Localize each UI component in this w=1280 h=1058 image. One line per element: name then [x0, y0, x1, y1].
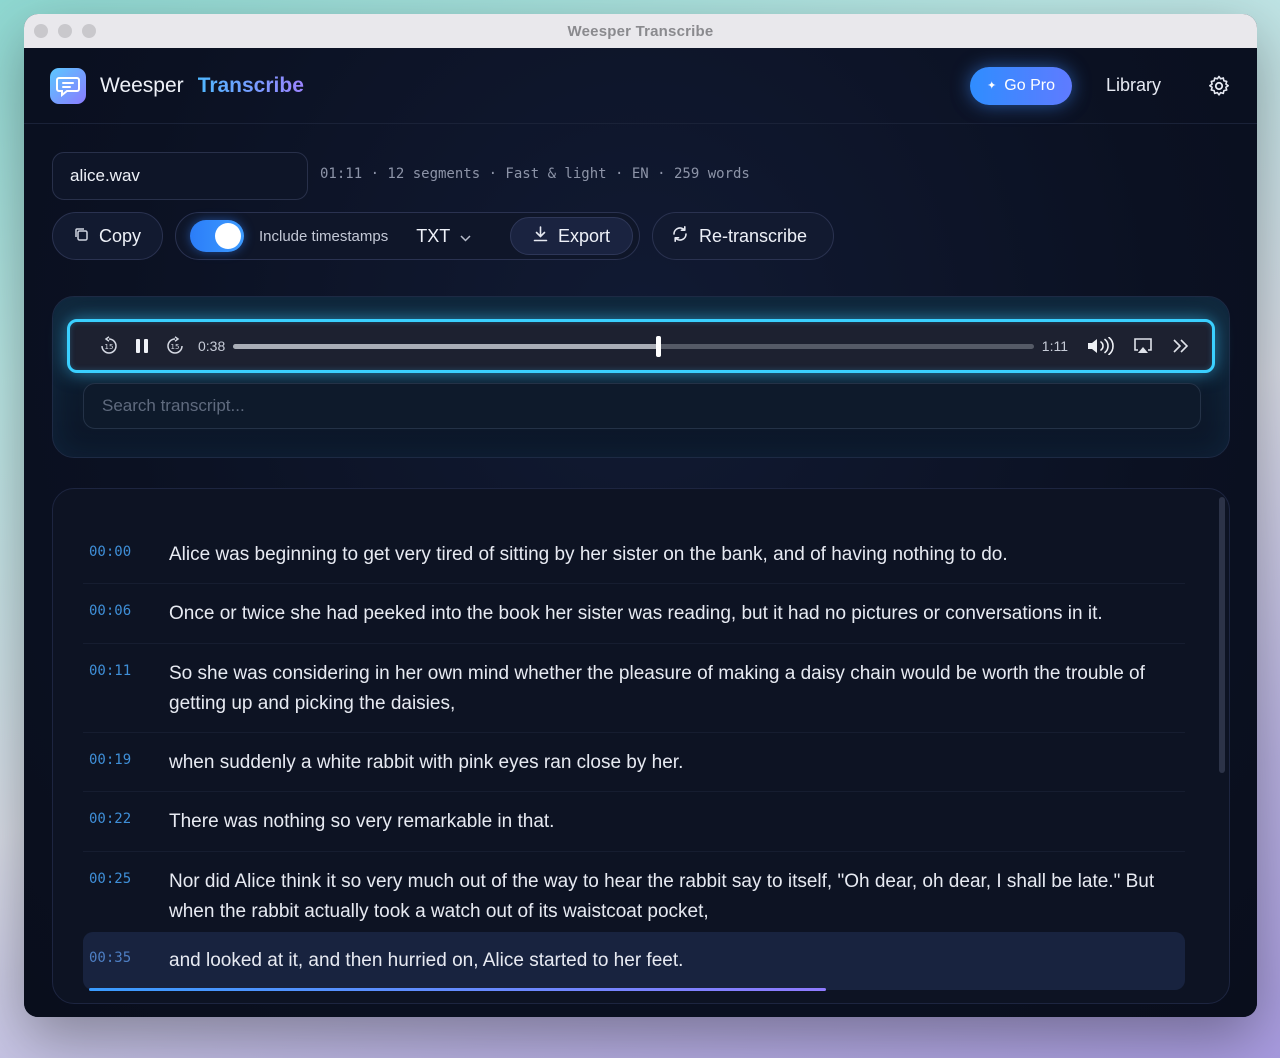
segment-timestamp[interactable]: 00:11: [83, 659, 169, 679]
gear-icon[interactable]: [1207, 74, 1231, 98]
timestamps-toggle[interactable]: [190, 220, 244, 252]
segment-text: So she was considering in her own mind w…: [169, 663, 1145, 714]
segment-text: Once or twice she had peeked into the bo…: [169, 603, 1103, 624]
transcript-segment-active[interactable]: 00:35 and looked at it, and then hurried …: [83, 932, 1185, 990]
segment-timestamp[interactable]: 00:25: [83, 867, 169, 887]
rewind-15-icon[interactable]: 15: [98, 335, 120, 357]
segment-timestamp[interactable]: 00:19: [83, 748, 169, 768]
transcript-segment[interactable]: 00:11 So she was considering in her own m…: [83, 644, 1185, 733]
player-panel: 15 15 0:38 1:11: [52, 296, 1230, 458]
refresh-icon: [671, 225, 689, 248]
active-segment-progress: [89, 988, 826, 991]
volume-icon[interactable]: [1086, 335, 1114, 357]
brand-product: Transcribe: [197, 73, 304, 97]
segment-text: when suddenly a white rabbit with pink e…: [169, 752, 684, 773]
close-window-button[interactable]: [34, 24, 48, 38]
pause-icon[interactable]: [131, 335, 153, 357]
segment-text: Nor did Alice think it so very much out …: [169, 871, 1155, 922]
zoom-window-button[interactable]: [82, 24, 96, 38]
minimize-window-button[interactable]: [58, 24, 72, 38]
window-title: Weesper Transcribe: [567, 22, 714, 40]
retranscribe-label: Re-transcribe: [699, 225, 808, 246]
seek-progress: [233, 343, 658, 349]
copy-icon: [74, 226, 89, 247]
library-link[interactable]: Library: [1106, 75, 1161, 96]
segment-timestamp[interactable]: 00:35: [83, 946, 169, 966]
current-time: 0:38: [198, 338, 226, 354]
export-label: Export: [557, 225, 611, 246]
transcript-scrollbar[interactable]: [1219, 497, 1225, 773]
segment-timestamp[interactable]: 00:22: [83, 807, 169, 827]
svg-text:15: 15: [105, 343, 114, 351]
transcript-segment[interactable]: 00:06 Once or twice she had peeked into t…: [83, 584, 1185, 644]
title-bar[interactable]: Weesper Transcribe: [24, 14, 1257, 48]
transcript-segment[interactable]: 00:22 There was nothing so very remarkabl…: [83, 792, 1185, 852]
download-icon: [533, 225, 548, 247]
export-button[interactable]: Export: [510, 217, 633, 255]
sparkle-icon: ✦: [987, 80, 997, 92]
timestamps-label: Include timestamps: [259, 227, 389, 245]
transcript-list: 00:00 Alice was beginning to get very tir…: [52, 488, 1230, 1004]
file-name-field[interactable]: alice.wav: [52, 152, 308, 200]
toolbar: Copy Include timestamps TXT Export Re-tr…: [52, 212, 834, 260]
segment-text: There was nothing so very remarkable in …: [169, 811, 555, 832]
app-header: Weesper Transcribe ✦ Go Pro Library: [24, 48, 1257, 124]
copy-label: Copy: [99, 225, 142, 246]
duration: 1:11: [1041, 338, 1068, 354]
app-window: Weesper Transcribe Weesper Transcribe ✦ …: [24, 14, 1257, 1017]
segment-timestamp[interactable]: 00:00: [83, 540, 169, 560]
transcript-segment[interactable]: 00:00 Alice was beginning to get very tir…: [83, 525, 1185, 584]
seek-handle[interactable]: [655, 335, 661, 357]
more-options-icon[interactable]: [1170, 335, 1192, 357]
format-value: TXT: [416, 225, 451, 246]
brand-name: Weesper: [100, 73, 184, 97]
segment-timestamp[interactable]: 00:06: [83, 599, 169, 619]
seek-slider[interactable]: [233, 335, 1034, 357]
search-transcript-input[interactable]: [83, 383, 1201, 429]
go-pro-button[interactable]: ✦ Go Pro: [970, 66, 1072, 105]
export-options-group: Include timestamps TXT Export: [175, 212, 640, 260]
window-controls: [34, 24, 96, 38]
app-content: Weesper Transcribe ✦ Go Pro Library alic…: [24, 48, 1257, 1017]
transcript-segment[interactable]: 00:19 when suddenly a white rabbit with p…: [83, 733, 1185, 792]
go-pro-label: Go Pro: [1004, 76, 1055, 94]
segment-text: Alice was beginning to get very tired of…: [169, 544, 1008, 565]
forward-15-icon[interactable]: 15: [164, 335, 186, 357]
copy-button[interactable]: Copy: [52, 212, 163, 260]
airplay-icon[interactable]: [1132, 335, 1154, 357]
app-logo-icon: [50, 67, 86, 104]
svg-text:15: 15: [171, 343, 180, 351]
chevron-down-icon: [460, 226, 471, 247]
format-select[interactable]: TXT: [416, 226, 471, 247]
retranscribe-button[interactable]: Re-transcribe: [652, 212, 834, 260]
file-meta: 01:11 · 12 segments · Fast & light · EN …: [320, 166, 750, 182]
audio-player: 15 15 0:38 1:11: [67, 319, 1215, 373]
segment-text: and looked at it, and then hurried on, A…: [169, 950, 684, 971]
transcript-segment[interactable]: 00:25 Nor did Alice think it so very much…: [83, 852, 1185, 941]
